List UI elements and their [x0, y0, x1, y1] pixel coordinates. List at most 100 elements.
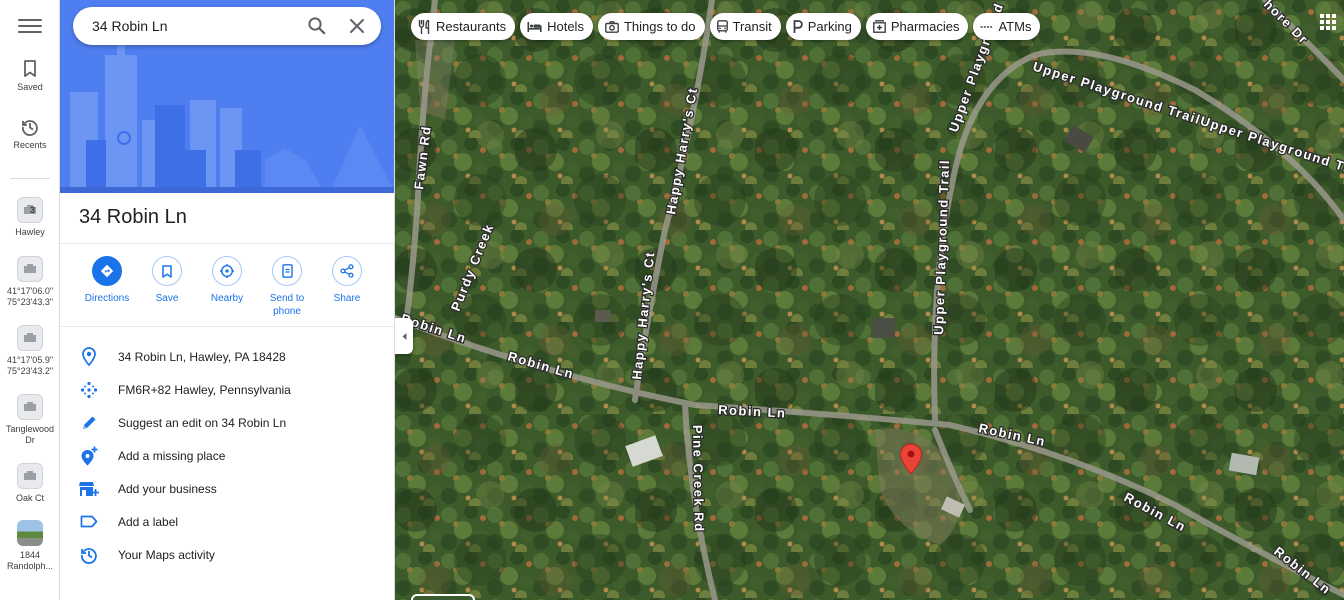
phone-icon: [272, 256, 302, 286]
recent-place-tanglewood[interactable]: Tanglewood Dr: [0, 394, 60, 446]
atm-icon: [980, 25, 993, 28]
chip-pharmacies[interactable]: Pharmacies: [865, 13, 969, 40]
left-rail: Saved Recents 3 Hawley 41°17'06.0" 75°23…: [0, 0, 60, 600]
add-business-icon: [79, 481, 99, 496]
recent-place-line2: 75°23'43.2": [6, 366, 54, 376]
road-label-robin-ln-right: Robin Ln: [977, 420, 1047, 449]
map-thumb-icon: [24, 471, 36, 480]
send-to-phone-label-line2: phone: [273, 306, 301, 317]
road-label-purdy-creek: Purdy Creek: [448, 221, 497, 313]
save-button[interactable]: Save: [137, 256, 197, 318]
chip-label: Things to do: [623, 19, 696, 34]
map-thumb-icon: [24, 402, 36, 411]
recent-count-badge: 3: [29, 205, 35, 215]
recents-button[interactable]: Recents: [0, 118, 60, 151]
saved-label: Saved: [17, 82, 43, 92]
place-thumbnail: [17, 463, 43, 489]
recent-place-line2: 75°23'43.3": [6, 297, 54, 307]
maps-activity-row[interactable]: Your Maps activity: [60, 538, 394, 571]
road-label-robin-ln-edge: Robin Ln: [1271, 544, 1334, 598]
plus-code-text: FM6R+82 Hawley, Pennsylvania: [118, 382, 291, 397]
recent-place-line1: Tanglewood: [5, 424, 55, 434]
menu-icon[interactable]: [18, 16, 42, 36]
fork-knife-icon: [418, 19, 430, 34]
recent-place-line1: 41°17'05.9": [6, 355, 54, 365]
recent-place-coords-2[interactable]: 41°17'05.9" 75°23'43.2": [0, 325, 60, 377]
add-place-icon: [81, 446, 98, 465]
road-label-robin-ln: Robin Ln: [506, 348, 576, 381]
place-title: 34 Robin Ln: [79, 206, 187, 228]
recent-place-line2: Dr: [25, 435, 35, 445]
add-business-row[interactable]: Add your business: [60, 472, 394, 505]
chip-parking[interactable]: Parking: [785, 13, 861, 40]
suggest-edit-row[interactable]: Suggest an edit on 34 Robin Ln: [60, 406, 394, 439]
chip-restaurants[interactable]: Restaurants: [411, 13, 516, 40]
add-missing-place-text: Add a missing place: [118, 448, 226, 463]
bookmark-icon: [24, 60, 36, 77]
share-button[interactable]: Share: [317, 256, 377, 318]
search-icon[interactable]: [307, 16, 327, 36]
nearby-label: Nearby: [210, 293, 244, 304]
add-label-text: Add a label: [118, 514, 179, 529]
place-info-list: 34 Robin Ln, Hawley, PA 18428 FM6R+82 Ha…: [60, 340, 394, 571]
plus-code-row[interactable]: FM6R+82 Hawley, Pennsylvania: [60, 373, 394, 406]
bus-icon: [716, 20, 728, 33]
place-thumbnail: [17, 325, 43, 351]
place-thumbnail: [17, 256, 43, 282]
recent-place-line1: 1844: [19, 550, 41, 560]
layers-toggle-button[interactable]: [411, 594, 475, 600]
recent-place-line1: 41°17'06.0": [6, 286, 54, 296]
directions-label: Directions: [84, 293, 130, 304]
place-thumbnail: 3: [17, 197, 43, 223]
chip-label: Restaurants: [436, 19, 507, 34]
divider: [60, 243, 394, 244]
apps-grid-icon[interactable]: [1320, 14, 1336, 30]
place-photo-thumbnail: [17, 520, 43, 546]
share-icon: [332, 256, 362, 286]
chip-things-to-do[interactable]: Things to do: [597, 13, 705, 40]
recents-label: Recents: [13, 140, 47, 150]
recent-place-hawley[interactable]: 3 Hawley: [0, 197, 60, 238]
recent-place-line1: Hawley: [15, 227, 45, 237]
road-label-fawn-rd: Fawn Rd: [411, 124, 434, 190]
saved-button[interactable]: Saved: [0, 60, 60, 93]
add-label-row[interactable]: Add a label: [60, 505, 394, 538]
close-icon[interactable]: [347, 16, 367, 36]
chip-transit[interactable]: Transit: [709, 13, 781, 40]
road-label-robin-ln-far: Robin Ln: [1122, 489, 1189, 534]
camera-icon: [605, 20, 619, 33]
place-panel: 34 Robin Ln Directions Save Nearby Send …: [60, 0, 395, 600]
road-label-pine-creek-rd: Pine Creek Rd: [690, 425, 707, 533]
recent-place-randolph[interactable]: 1844 Randolph...: [0, 520, 60, 572]
map-thumb-icon: [24, 333, 36, 342]
directions-button[interactable]: Directions: [77, 256, 137, 318]
send-to-phone-label-line1: Send to: [269, 293, 305, 304]
nearby-button[interactable]: Nearby: [197, 256, 257, 318]
chip-label: Pharmacies: [890, 19, 960, 34]
place-actions: Directions Save Nearby Send to phone Shar…: [77, 256, 377, 318]
add-business-text: Add your business: [118, 481, 217, 496]
address-row[interactable]: 34 Robin Ln, Hawley, PA 18428: [60, 340, 394, 373]
road-label-happy-harrys-ct-upper: Happy Harry's Ct: [663, 86, 700, 216]
recent-place-line1: Oak Ct: [15, 493, 44, 503]
place-thumbnail: [17, 394, 43, 420]
directions-icon: [92, 256, 122, 286]
collapse-panel-button[interactable]: [395, 318, 413, 354]
recent-place-oak-ct[interactable]: Oak Ct: [0, 463, 60, 504]
divider: [60, 326, 394, 327]
send-to-phone-button[interactable]: Send to phone: [257, 256, 317, 318]
address-text: 34 Robin Ln, Hawley, PA 18428: [118, 349, 286, 364]
satellite-map[interactable]: Robin Ln Robin Ln Robin Ln Robin Ln Robi…: [395, 0, 1344, 600]
recent-place-coords-1[interactable]: 41°17'06.0" 75°23'43.3": [0, 256, 60, 308]
location-pin-marker[interactable]: [899, 443, 923, 475]
chip-hotels[interactable]: Hotels: [520, 13, 593, 40]
road-label-upper-playground-trail: Upper Playground Trail: [931, 159, 952, 335]
add-missing-place-row[interactable]: Add a missing place: [60, 439, 394, 472]
road-labels: Robin Ln Robin Ln Robin Ln Robin Ln Robi…: [398, 0, 1344, 599]
search-input[interactable]: [92, 18, 292, 34]
chip-atms[interactable]: ATMs: [973, 13, 1041, 40]
maps-activity-text: Your Maps activity: [118, 547, 215, 562]
chip-label: ATMs: [998, 19, 1032, 34]
chip-label: Transit: [732, 19, 772, 34]
plus-code-icon: [80, 381, 98, 398]
